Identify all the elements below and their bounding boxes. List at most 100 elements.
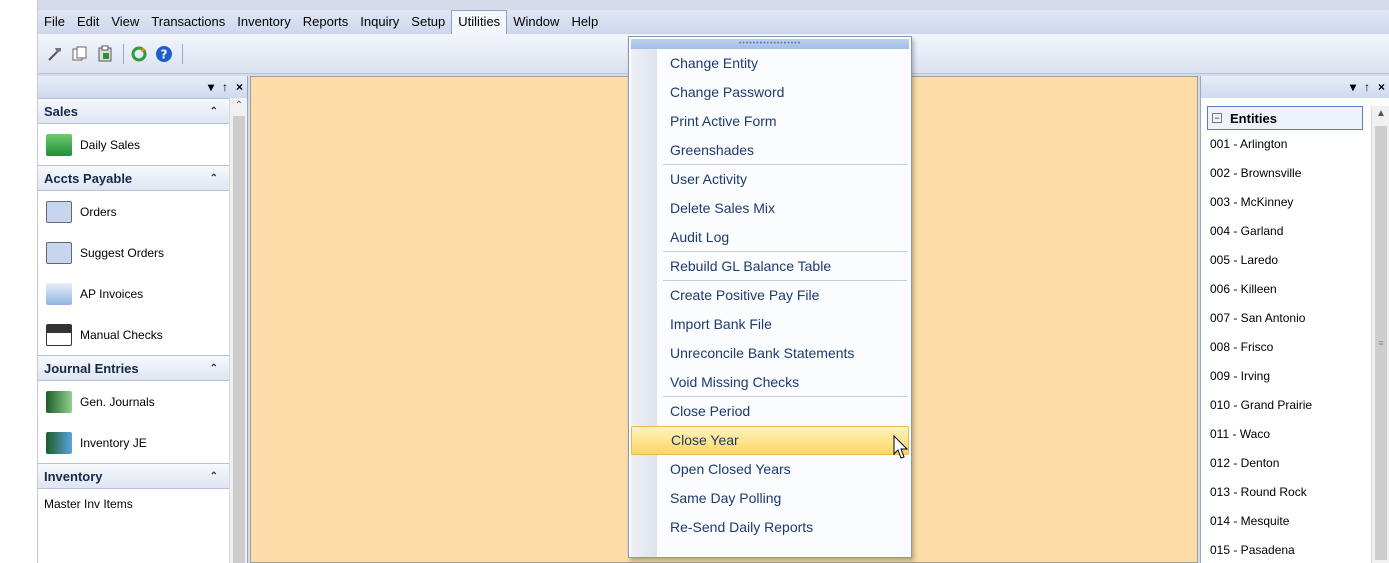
inventory-je-icon [46,431,72,454]
toolbar-separator [182,43,183,64]
nav-item-manual-checks[interactable]: Manual Checks [38,314,230,355]
navigation-panel-body: Sales ⌃ Daily Sales Accts Payable ⌃ Orders… [38,98,230,519]
menu-tearoff-grip[interactable]: •••••••••••••••••• [631,39,909,49]
nav-item-orders[interactable]: Orders [38,191,230,232]
orders-icon [46,200,72,223]
menu-item-rebuild-gl-balance-table[interactable]: Rebuild GL Balance Table [629,252,911,281]
application-window: File Edit View Transactions Inventory Re… [38,0,1389,563]
nav-item-master-inv-items[interactable]: Master Inv Items [38,489,230,519]
utilities-dropdown-menu: •••••••••••••••••• Change Entity Change … [628,36,912,558]
entity-item[interactable]: 010 - Grand Prairie [1207,391,1363,420]
paste-icon[interactable] [94,43,116,65]
tree-root-entities[interactable]: − Entities [1207,106,1363,130]
panel-dropdown-icon[interactable]: ▾ [1350,80,1356,94]
copy-icon[interactable] [69,43,91,65]
menu-item-print-active-form[interactable]: Print Active Form [629,107,911,136]
ap-invoices-icon [46,282,72,305]
navigation-panel: ▾ ↑ × Sales ⌃ Daily Sales Accts Payable ⌃ … [38,76,248,563]
collapse-icon[interactable]: ⌃ [210,363,218,374]
group-header-accts-payable[interactable]: Accts Payable ⌃ [38,165,230,191]
scroll-up-icon[interactable]: ⌃ [230,98,248,114]
refresh-icon[interactable] [128,43,150,65]
menu-item-create-positive-pay-file[interactable]: Create Positive Pay File [629,281,911,310]
gen-journals-icon [46,390,72,413]
menu-item-delete-sales-mix[interactable]: Delete Sales Mix [629,194,911,223]
menu-item-open-closed-years[interactable]: Open Closed Years [629,455,911,484]
entities-panel-scrollbar[interactable]: ▲ ≡ [1371,106,1389,563]
manual-checks-icon [46,323,72,346]
menu-edit[interactable]: Edit [71,11,105,33]
entity-item[interactable]: 004 - Garland [1207,217,1363,246]
entity-item[interactable]: 014 - Mesquite [1207,507,1363,536]
entity-item[interactable]: 008 - Frisco [1207,333,1363,362]
menu-file[interactable]: File [38,11,71,33]
entity-item[interactable]: 009 - Irving [1207,362,1363,391]
daily-sales-icon [46,133,72,156]
hammer-icon[interactable] [44,43,66,65]
menu-setup[interactable]: Setup [405,11,451,33]
entity-item[interactable]: 005 - Laredo [1207,246,1363,275]
entity-item[interactable]: 011 - Waco [1207,420,1363,449]
window-left-margin [0,0,38,563]
entity-item[interactable]: 006 - Killeen [1207,275,1363,304]
menu-transactions[interactable]: Transactions [145,11,231,33]
entities-tree: − Entities 001 - Arlington 002 - Brownsv… [1207,106,1363,563]
collapse-icon[interactable]: ⌃ [210,173,218,184]
menu-item-close-year[interactable]: Close Year [631,426,909,455]
scrollbar-grip-icon: ≡ [1378,338,1384,348]
panel-dropdown-icon[interactable]: ▾ [208,80,214,94]
menu-item-same-day-polling[interactable]: Same Day Polling [629,484,911,513]
panel-pin-icon[interactable]: ↑ [1364,80,1370,94]
svg-text:?: ? [161,47,168,61]
menu-item-change-entity[interactable]: Change Entity [629,49,911,78]
menu-view[interactable]: View [105,11,145,33]
mouse-pointer-icon [893,435,909,459]
entity-item[interactable]: 003 - McKinney [1207,188,1363,217]
nav-item-gen-journals[interactable]: Gen. Journals [38,381,230,422]
entities-panel-caption: ▾ ↑ × [1201,76,1389,98]
menu-help[interactable]: Help [565,11,604,33]
entities-panel: ▾ ↑ × − Entities 001 - Arlington 002 - B… [1200,76,1389,563]
nav-item-suggest-orders[interactable]: Suggest Orders [38,232,230,273]
menu-item-unreconcile-bank-statements[interactable]: Unreconcile Bank Statements [629,339,911,368]
panel-close-icon[interactable]: × [236,80,243,94]
menu-inventory[interactable]: Inventory [231,11,296,33]
menu-inquiry[interactable]: Inquiry [354,11,405,33]
entity-item[interactable]: 015 - Pasadena [1207,536,1363,563]
menu-window[interactable]: Window [507,11,565,33]
collapse-icon[interactable]: ⌃ [210,471,218,482]
scrollbar-thumb[interactable] [233,116,245,563]
menu-item-re-send-daily-reports[interactable]: Re-Send Daily Reports [629,513,911,542]
nav-item-ap-invoices[interactable]: AP Invoices [38,273,230,314]
entity-item[interactable]: 007 - San Antonio [1207,304,1363,333]
panel-pin-icon[interactable]: ↑ [222,80,228,94]
menu-item-void-missing-checks[interactable]: Void Missing Checks [629,368,911,397]
menu-reports[interactable]: Reports [297,11,355,33]
navigation-panel-caption: ▾ ↑ × [38,76,247,98]
group-header-inventory[interactable]: Inventory ⌃ [38,463,230,489]
panel-close-icon[interactable]: × [1378,80,1385,94]
entity-item[interactable]: 002 - Brownsville [1207,159,1363,188]
menu-item-close-period[interactable]: Close Period [629,397,911,426]
help-icon[interactable]: ? [153,43,175,65]
menu-item-import-bank-file[interactable]: Import Bank File [629,310,911,339]
group-header-journal-entries[interactable]: Journal Entries ⌃ [38,355,230,381]
collapse-icon[interactable]: ⌃ [210,106,218,117]
menu-item-audit-log[interactable]: Audit Log [629,223,911,252]
suggest-orders-icon [46,241,72,264]
menu-item-user-activity[interactable]: User Activity [629,165,911,194]
nav-item-inventory-je[interactable]: Inventory JE [38,422,230,463]
menu-item-change-password[interactable]: Change Password [629,78,911,107]
menu-bar: File Edit View Transactions Inventory Re… [38,10,1389,34]
entity-item[interactable]: 001 - Arlington [1207,130,1363,159]
menu-utilities[interactable]: Utilities [451,10,508,34]
scroll-up-icon[interactable]: ▲ [1372,106,1389,122]
entity-item[interactable]: 012 - Denton [1207,449,1363,478]
menu-item-greenshades[interactable]: Greenshades [629,136,911,165]
group-header-sales[interactable]: Sales ⌃ [38,98,230,124]
toolbar-separator [123,43,124,64]
entity-item[interactable]: 013 - Round Rock [1207,478,1363,507]
navigation-panel-scrollbar[interactable]: ⌃ [229,98,247,563]
nav-item-daily-sales[interactable]: Daily Sales [38,124,230,165]
collapse-box-icon[interactable]: − [1212,113,1222,123]
